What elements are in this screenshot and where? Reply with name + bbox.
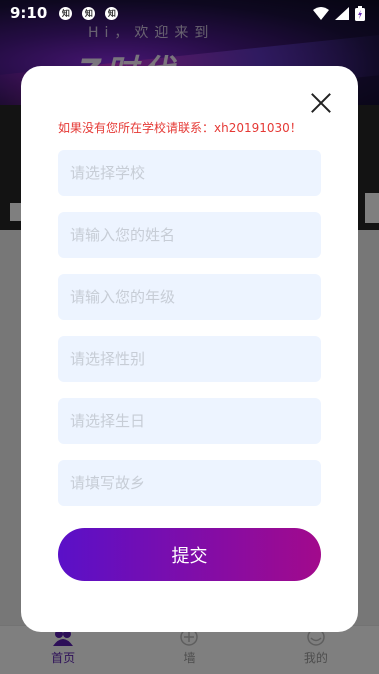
name-input[interactable] [58,212,321,258]
contact-notice: 如果没有您所在学校请联系：xh20191030！ [58,121,302,135]
birthday-select[interactable] [58,398,321,444]
status-time: 9:10 [10,4,48,22]
signal-icon [335,6,349,20]
registration-modal: 如果没有您所在学校请联系：xh20191030！ 提交 [21,66,358,632]
gender-select[interactable] [58,336,321,382]
status-icons [313,5,365,21]
wifi-icon [313,6,329,20]
battery-icon [355,5,365,21]
notification-icon: 知 [82,6,96,20]
grade-input[interactable] [58,274,321,320]
school-select[interactable] [58,150,321,196]
close-icon[interactable] [310,92,332,114]
notification-icon: 知 [59,6,73,20]
notification-icon: 知 [105,6,119,20]
hometown-input[interactable] [58,460,321,506]
submit-button[interactable]: 提交 [58,528,321,581]
status-bar: 9:10 知 知 知 [0,0,379,26]
